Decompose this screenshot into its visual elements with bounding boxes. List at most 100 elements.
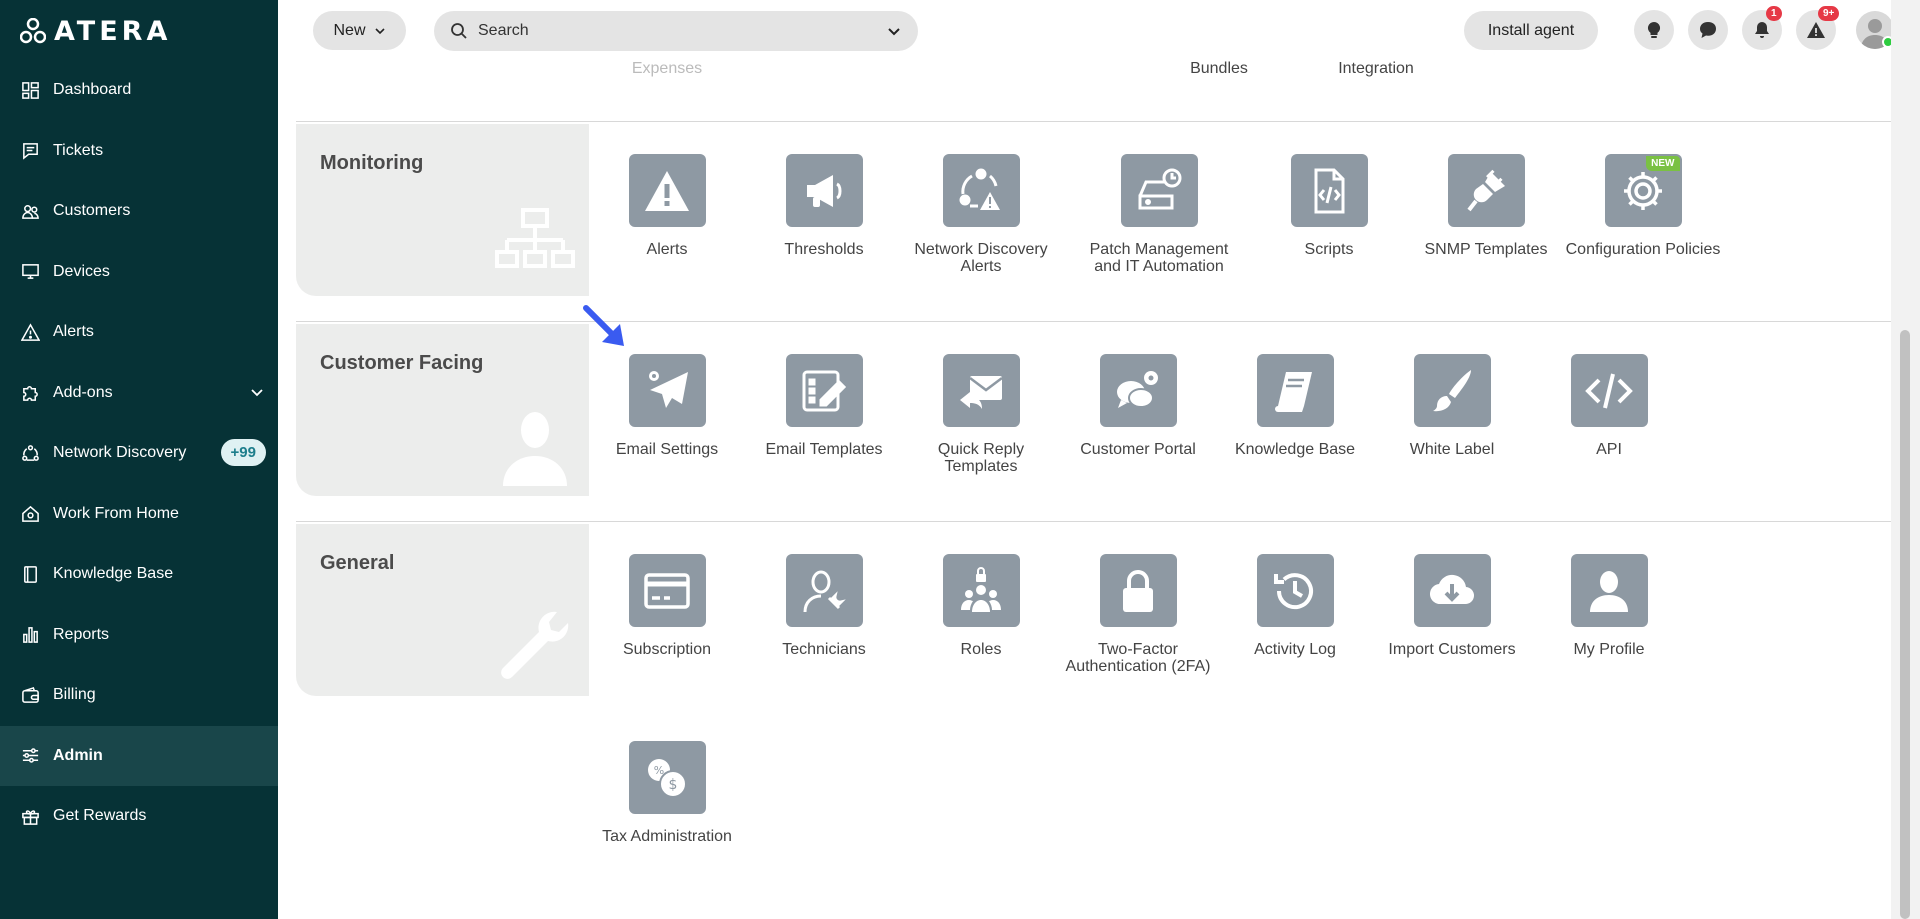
sidebar-item-label: Alerts	[53, 323, 94, 341]
tile-icon-box	[785, 154, 863, 227]
envelope-reply-icon	[960, 375, 1003, 409]
tile-label: Roles	[960, 641, 1002, 658]
code-file-icon	[1314, 168, 1345, 213]
tile-icon-box	[628, 354, 706, 427]
sidebar-item-get-rewards[interactable]: Get Rewards	[0, 786, 278, 847]
sidebar-item-admin[interactable]: Admin	[0, 725, 278, 786]
tile-email-settings[interactable]: Email Settings	[587, 354, 747, 458]
chat-icon	[1700, 22, 1716, 38]
sidebar-item-customers[interactable]: Customers	[0, 181, 278, 242]
tile-configuration-policies[interactable]: NEW Configuration Policies	[1563, 154, 1723, 258]
scrollbar[interactable]	[1891, 0, 1920, 919]
user-icon	[1590, 570, 1628, 612]
tile-alerts[interactable]: Alerts	[587, 154, 747, 258]
sidebar-item-label: Network Discovery	[53, 444, 187, 462]
tile-knowledge-base[interactable]: Knowledge Base	[1215, 354, 1375, 458]
new-badge: NEW	[1646, 156, 1680, 171]
chevron-down-icon[interactable]	[886, 23, 902, 39]
scrollbar-thumb[interactable]	[1900, 330, 1910, 919]
tile-label: Email Settings	[615, 441, 719, 458]
tile-quick-reply-templates[interactable]: Quick Reply Templates	[901, 354, 1061, 475]
chat-button[interactable]	[1688, 10, 1728, 50]
tile-my-profile[interactable]: My Profile	[1529, 554, 1689, 658]
lightbulb-button[interactable]	[1634, 10, 1674, 50]
sidebar: ATERA Dashboard Tickets Customers Device…	[0, 0, 278, 919]
install-agent-button[interactable]: Install agent	[1464, 11, 1598, 50]
tile-thresholds[interactable]: Thresholds	[744, 154, 904, 258]
history-icon	[1274, 572, 1313, 609]
dashboard-icon	[20, 80, 40, 100]
technician-icon	[803, 570, 846, 612]
tile-label-bundles[interactable]: Bundles	[1139, 60, 1299, 78]
tile-label: API	[1596, 441, 1622, 458]
gear-icon	[1624, 171, 1662, 210]
credit-card-icon	[644, 572, 690, 609]
search-bar[interactable]	[434, 11, 918, 51]
sidebar-item-dashboard[interactable]: Dashboard	[0, 60, 278, 121]
sidebar-item-label: Knowledge Base	[53, 565, 174, 583]
search-input[interactable]	[478, 22, 886, 40]
tile-label: Technicians	[782, 641, 866, 658]
sidebar-item-label: Tickets	[53, 141, 104, 159]
pointer-arrow-icon	[583, 305, 624, 346]
tile-technicians[interactable]: Technicians	[744, 554, 904, 658]
atera-logo-icon	[20, 18, 46, 44]
new-button[interactable]: New	[313, 11, 406, 50]
tile-tax-administration[interactable]: % $ Tax Administration	[587, 741, 747, 845]
chevron-down-icon[interactable]	[250, 385, 264, 399]
tile-two-factor-authentication[interactable]: Two-Factor Authentication (2FA)	[1058, 554, 1218, 675]
tile-patch-management[interactable]: Patch Management and IT Automation	[1079, 154, 1239, 275]
notifications-button[interactable]: 1	[1742, 6, 1782, 50]
tile-icon-box	[942, 354, 1020, 427]
section-header: Monitoring	[296, 124, 589, 296]
atera-logo[interactable]: ATERA	[20, 14, 171, 48]
tile-white-label[interactable]: White Label	[1372, 354, 1532, 458]
tile-label: Alerts	[646, 241, 688, 258]
sidebar-item-tickets[interactable]: Tickets	[0, 121, 278, 182]
tile-label: Scripts	[1304, 241, 1354, 258]
tile-icon-box	[942, 554, 1020, 627]
tile-roles[interactable]: Roles	[901, 554, 1061, 658]
sidebar-item-knowledge-base[interactable]: Knowledge Base	[0, 544, 278, 605]
section-title: Customer Facing	[320, 352, 484, 374]
sidebar-item-label: Customers	[53, 202, 131, 220]
code-icon	[1585, 373, 1633, 408]
sidebar-item-alerts[interactable]: Alerts	[0, 302, 278, 363]
send-gear-icon	[649, 370, 688, 408]
tile-label-expenses[interactable]: Expenses	[587, 60, 747, 78]
tile-import-customers[interactable]: Import Customers	[1372, 554, 1532, 658]
sidebar-item-billing[interactable]: Billing	[0, 665, 278, 726]
tile-network-discovery-alerts[interactable]: Network Discovery Alerts	[901, 154, 1061, 275]
book-icon	[1275, 371, 1312, 412]
tile-label: My Profile	[1573, 641, 1645, 658]
ticket-icon	[20, 141, 40, 161]
tile-label: Thresholds	[784, 241, 864, 258]
alerts-button[interactable]: 9+	[1796, 6, 1840, 50]
tile-label-integration[interactable]: Integration	[1296, 60, 1456, 78]
alert-triangle-icon	[20, 322, 40, 342]
tile-snmp-templates[interactable]: SNMP Templates	[1406, 154, 1566, 258]
sidebar-item-devices[interactable]: Devices	[0, 242, 278, 303]
tile-label: Network Discovery Alerts	[914, 241, 1048, 275]
tile-scripts[interactable]: Scripts	[1249, 154, 1409, 258]
logo-text: ATERA	[54, 15, 172, 47]
sidebar-item-label: Admin	[53, 746, 103, 764]
chat-gear-icon	[1117, 370, 1158, 408]
tile-icon-box: % $	[628, 741, 706, 814]
new-button-label: New	[333, 21, 366, 39]
tile-label: White Label	[1409, 441, 1495, 458]
coins-percent-icon: %$	[648, 758, 687, 798]
tile-activity-log[interactable]: Activity Log	[1215, 554, 1375, 658]
alert-count-badge: 9+	[1818, 6, 1840, 21]
tile-customer-portal[interactable]: Customer Portal	[1058, 354, 1218, 458]
tile-api[interactable]: API	[1529, 354, 1689, 458]
puzzle-icon	[20, 383, 40, 403]
sidebar-item-network-discovery[interactable]: Network Discovery +99	[0, 423, 278, 484]
sidebar-item-add-ons[interactable]: Add-ons	[0, 363, 278, 424]
sidebar-item-reports[interactable]: Reports	[0, 605, 278, 666]
tile-email-templates[interactable]: Email Templates	[744, 354, 904, 458]
tile-label: Activity Log	[1254, 641, 1336, 658]
sidebar-item-work-from-home[interactable]: Work From Home	[0, 484, 278, 545]
tile-subscription[interactable]: Subscription	[587, 554, 747, 658]
section-header: Customer Facing	[296, 324, 589, 496]
